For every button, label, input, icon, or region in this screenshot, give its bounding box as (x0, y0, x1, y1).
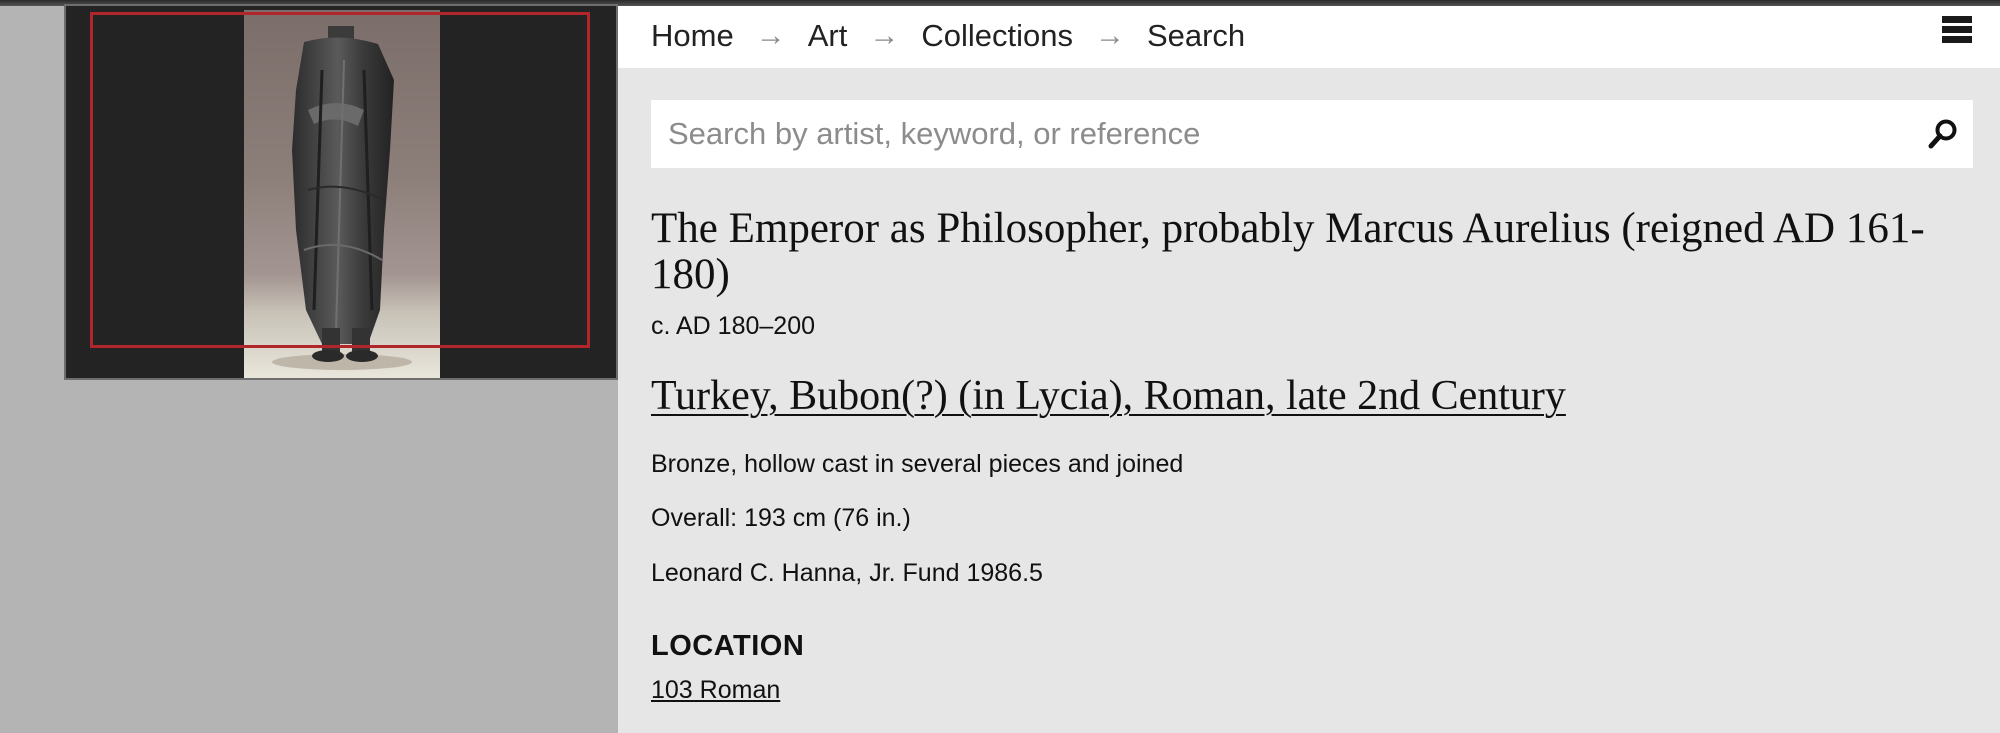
artwork-dimensions: Overall: 193 cm (76 in.) (651, 504, 911, 532)
breadcrumb-search[interactable]: Search (1147, 18, 1245, 54)
viewport-frame (90, 12, 590, 348)
top-navbar: Home → Art → Collections → Search (618, 6, 2000, 68)
breadcrumb-collections[interactable]: Collections (921, 18, 1073, 54)
breadcrumb-arrow-icon: → (1094, 19, 1125, 52)
search-input[interactable] (651, 100, 1901, 168)
search-bar (651, 100, 1973, 168)
breadcrumb: Home → Art → Collections → Search (651, 18, 1245, 54)
location-heading: LOCATION (651, 630, 805, 662)
artwork-date: c. AD 180–200 (651, 312, 816, 340)
search-icon[interactable] (1926, 117, 1960, 151)
location-link[interactable]: 103 Roman (651, 676, 780, 705)
artwork-credit-line: Leonard C. Hanna, Jr. Fund 1986.5 (651, 559, 1043, 587)
hamburger-menu-icon[interactable] (1942, 16, 1974, 48)
detail-panel: Home → Art → Collections → Search The Em… (618, 6, 2000, 733)
artwork-medium: Bronze, hollow cast in several pieces an… (651, 450, 1184, 478)
breadcrumb-art[interactable]: Art (808, 18, 848, 54)
breadcrumb-arrow-icon: → (869, 19, 900, 52)
artwork-thumbnail[interactable] (64, 4, 618, 380)
breadcrumb-home[interactable]: Home (651, 18, 734, 54)
breadcrumb-arrow-icon: → (755, 19, 786, 52)
artwork-title: The Emperor as Philosopher, probably Mar… (651, 205, 1925, 298)
artwork-culture-link[interactable]: Turkey, Bubon(?) (in Lycia), Roman, late… (651, 372, 1566, 420)
